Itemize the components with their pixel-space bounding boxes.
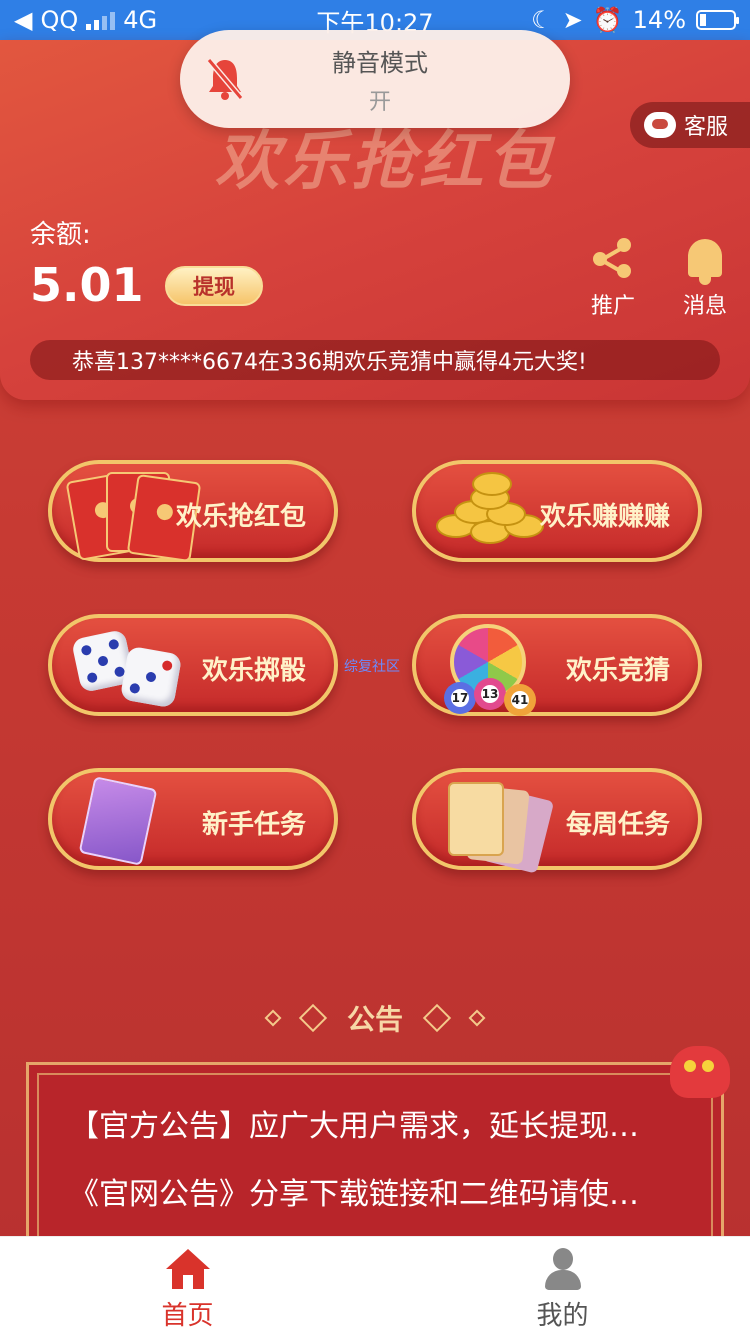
promote-button[interactable]: 推广 bbox=[578, 236, 648, 320]
home-icon bbox=[165, 1249, 210, 1289]
task-label: 新手任务 bbox=[201, 810, 306, 840]
messages-button[interactable]: 消息 bbox=[670, 236, 740, 320]
diamond-ornament-icon bbox=[422, 1003, 452, 1033]
notice-title: 公告 bbox=[346, 1003, 403, 1036]
promote-label: 推广 bbox=[590, 294, 635, 319]
battery-icon bbox=[696, 10, 739, 30]
back-arrow-icon[interactable]: ◀ bbox=[14, 6, 32, 34]
watermark-text: 综复社区 bbox=[344, 659, 400, 675]
user-icon bbox=[544, 1248, 581, 1290]
notice-header: 公告 bbox=[0, 996, 750, 1040]
diamond-ornament-icon bbox=[264, 1009, 282, 1027]
signal-icon bbox=[86, 10, 116, 30]
notice-item[interactable]: 《官网公告》分享下载链接和二维码请使… bbox=[69, 1169, 681, 1213]
diamond-ornament-icon bbox=[468, 1009, 486, 1027]
toast-title: 静音模式 bbox=[332, 48, 428, 77]
customer-service-button[interactable]: 客服 bbox=[630, 102, 750, 148]
toast-state: 开 bbox=[368, 89, 391, 115]
diamond-ornament-icon bbox=[298, 1003, 328, 1033]
tab-mine-label: 我的 bbox=[536, 1301, 589, 1331]
bell-icon bbox=[688, 239, 722, 285]
red-envelope-icon bbox=[65, 470, 202, 563]
lottery-wheel-icon: 17 13 41 bbox=[430, 624, 550, 716]
lottery-ball: 17 bbox=[451, 689, 469, 707]
task-label: 每周任务 bbox=[565, 810, 670, 840]
balance-label: 余额: bbox=[30, 220, 91, 250]
muted-bell-icon bbox=[180, 56, 250, 102]
cards-icon bbox=[430, 778, 555, 874]
location-icon: ➤ bbox=[562, 6, 583, 34]
tab-mine[interactable]: 我的 bbox=[375, 1237, 750, 1334]
lottery-ball: 41 bbox=[511, 691, 529, 709]
alarm-icon: ⏰ bbox=[592, 6, 623, 34]
tab-home-label: 首页 bbox=[161, 1301, 214, 1331]
back-app-label[interactable]: QQ bbox=[40, 6, 78, 34]
gold-coins-icon bbox=[430, 470, 550, 554]
battery-percent: 14% bbox=[632, 6, 686, 34]
game-guess-button[interactable]: 17 13 41 欢乐竞猜 bbox=[412, 614, 702, 716]
moon-icon: ☾ bbox=[531, 6, 553, 34]
silent-mode-toast: 静音模式 开 bbox=[180, 30, 570, 128]
lottery-ball: 13 bbox=[481, 685, 499, 703]
chat-bubble-icon bbox=[644, 112, 676, 138]
withdraw-button[interactable]: 提现 bbox=[165, 266, 263, 306]
notice-item[interactable]: 【官方公告】应广大用户需求，延长提现… bbox=[69, 1101, 681, 1145]
beginner-tasks-button[interactable]: 新手任务 bbox=[48, 768, 338, 870]
mascot-icon bbox=[670, 1046, 730, 1098]
ticket-icon bbox=[66, 776, 186, 866]
balance-value: 5.01 bbox=[30, 258, 144, 312]
game-label: 欢乐竞猜 bbox=[565, 656, 670, 686]
share-icon bbox=[591, 238, 635, 278]
bottom-tab-bar: 首页 我的 bbox=[0, 1236, 750, 1334]
network-label: 4G bbox=[123, 6, 158, 34]
tab-home[interactable]: 首页 bbox=[0, 1237, 375, 1334]
winner-marquee: 恭喜137****6674在336期欢乐竞猜中赢得4元大奖! bbox=[30, 340, 720, 380]
game-grab-red-envelope-button[interactable]: 欢乐抢红包 bbox=[48, 460, 338, 563]
dice-icon bbox=[66, 624, 186, 709]
game-label: 欢乐掷骰 bbox=[201, 656, 306, 686]
game-dice-button[interactable]: 欢乐掷骰 bbox=[48, 614, 338, 716]
game-earn-button[interactable]: 欢乐赚赚赚 bbox=[412, 460, 702, 562]
game-label: 欢乐抢红包 bbox=[175, 502, 306, 532]
messages-label: 消息 bbox=[682, 294, 727, 319]
game-label: 欢乐赚赚赚 bbox=[539, 502, 670, 532]
weekly-tasks-button[interactable]: 每周任务 bbox=[412, 768, 702, 874]
customer-service-label: 客服 bbox=[684, 115, 729, 140]
